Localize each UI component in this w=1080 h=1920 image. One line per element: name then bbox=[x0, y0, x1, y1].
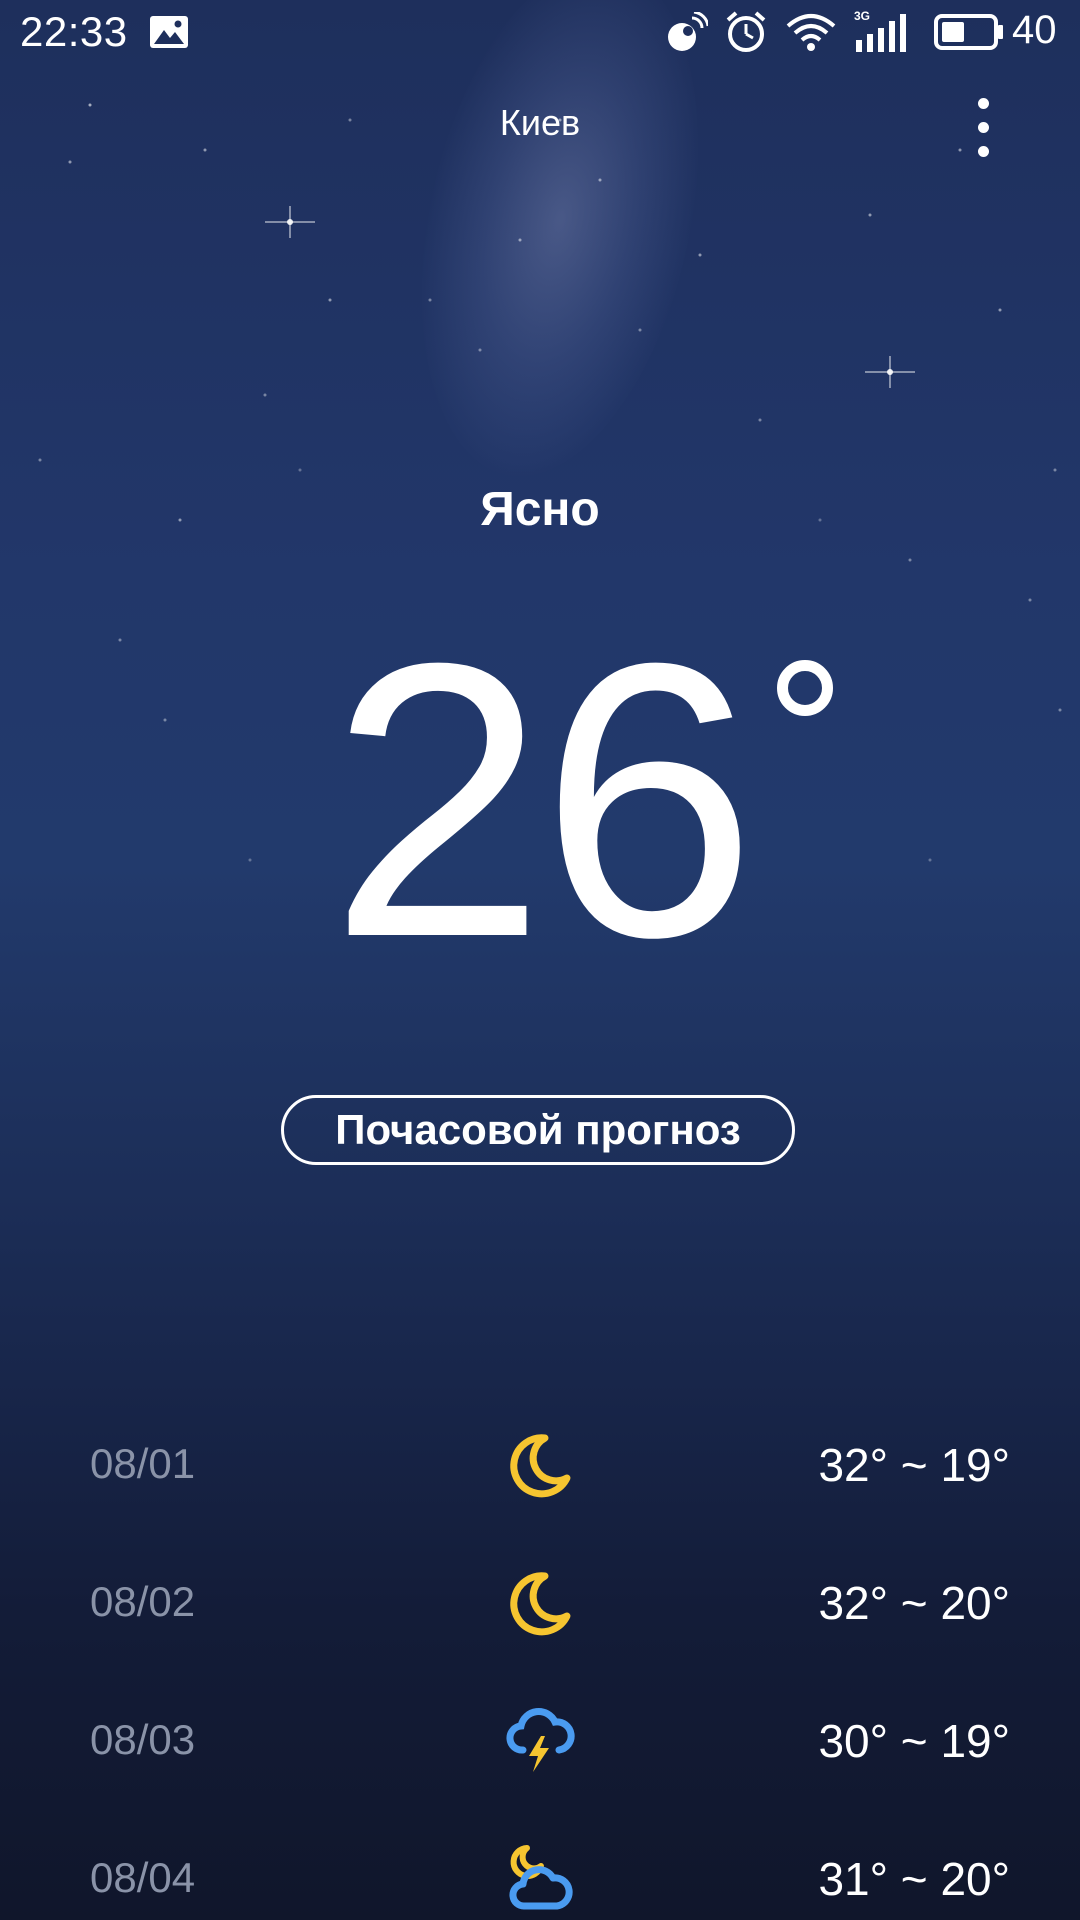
svg-text:3G: 3G bbox=[854, 9, 870, 23]
hourly-forecast-button[interactable]: Почасовой прогноз bbox=[281, 1095, 795, 1165]
forecast-date: 08/03 bbox=[90, 1716, 196, 1763]
degree-symbol bbox=[777, 660, 833, 716]
forecast-date: 08/04 bbox=[90, 1854, 196, 1901]
more-vertical-icon[interactable] bbox=[960, 92, 1008, 164]
alarm-icon bbox=[726, 11, 766, 52]
partly-cloudy-night-icon bbox=[509, 1845, 573, 1910]
weather-screen: 22:33 3G 40 Киев Ясно 26 Почасовой прогн… bbox=[0, 0, 1080, 1920]
satellite-icon bbox=[668, 12, 708, 51]
forecast-row[interactable]: 08/04 31° ~ 20° bbox=[0, 1824, 1080, 1920]
wifi-icon bbox=[786, 14, 836, 51]
temperature-value: 26 bbox=[329, 582, 757, 1018]
forecast-row[interactable]: 08/03 30° ~ 19° bbox=[0, 1686, 1080, 1824]
forecast-row[interactable]: 08/01 32° ~ 19° bbox=[0, 1410, 1080, 1548]
thunderstorm-icon bbox=[506, 1708, 575, 1772]
forecast-temp-range: 30° ~ 19° bbox=[818, 1715, 1010, 1767]
forecast-date: 08/02 bbox=[90, 1578, 196, 1625]
status-bar: 22:33 3G 40 bbox=[0, 0, 1080, 66]
forecast-temp-range: 32° ~ 20° bbox=[818, 1577, 1010, 1629]
signal-icon: 3G bbox=[854, 9, 906, 52]
forecast-temp-range: 32° ~ 19° bbox=[818, 1439, 1010, 1491]
battery-level: 40 bbox=[1012, 8, 1057, 52]
forecast-row[interactable]: 08/02 32° ~ 20° bbox=[0, 1548, 1080, 1686]
city-title[interactable]: Киев bbox=[0, 102, 1080, 144]
image-icon bbox=[150, 16, 188, 48]
forecast-temp-range: 31° ~ 20° bbox=[818, 1853, 1010, 1905]
daily-forecast-list: 08/01 32° ~ 19° 08/02 32° ~ 20° 08/03 30… bbox=[0, 1410, 1080, 1920]
weather-condition: Ясно bbox=[480, 483, 600, 536]
status-time: 22:33 bbox=[20, 8, 128, 55]
moon-icon bbox=[510, 1434, 571, 1498]
battery-icon bbox=[934, 14, 1003, 50]
moon-icon bbox=[510, 1572, 571, 1636]
current-temperature: 26 bbox=[0, 582, 1080, 1018]
forecast-date: 08/01 bbox=[90, 1440, 196, 1487]
